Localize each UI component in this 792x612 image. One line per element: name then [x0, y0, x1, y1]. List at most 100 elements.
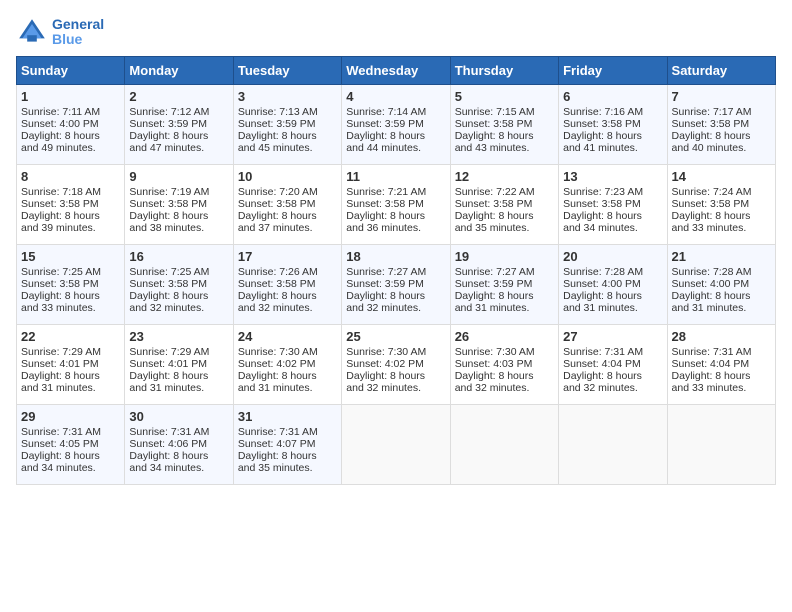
cell-info-line: Daylight: 8 hours	[563, 290, 662, 302]
cell-info-line: Sunrise: 7:31 AM	[238, 426, 337, 438]
day-number: 25	[346, 329, 445, 344]
logo: General Blue	[16, 16, 104, 48]
cell-info-line: Sunrise: 7:30 AM	[238, 346, 337, 358]
cell-info-line: Daylight: 8 hours	[672, 210, 771, 222]
cell-info-line: Daylight: 8 hours	[129, 210, 228, 222]
cell-info-line: and 35 minutes.	[455, 222, 554, 234]
day-of-week-header: Sunday	[17, 57, 125, 85]
cell-info-line: Daylight: 8 hours	[346, 370, 445, 382]
day-number: 12	[455, 169, 554, 184]
cell-info-line: Sunset: 4:04 PM	[563, 358, 662, 370]
cell-info-line: Daylight: 8 hours	[129, 370, 228, 382]
calendar-cell: 15Sunrise: 7:25 AMSunset: 3:58 PMDayligh…	[17, 245, 125, 325]
cell-info-line: and 37 minutes.	[238, 222, 337, 234]
cell-info-line: and 40 minutes.	[672, 142, 771, 154]
cell-info-line: Sunrise: 7:31 AM	[129, 426, 228, 438]
cell-info-line: Daylight: 8 hours	[21, 450, 120, 462]
cell-info-line: Daylight: 8 hours	[346, 290, 445, 302]
cell-info-line: Sunset: 3:58 PM	[672, 198, 771, 210]
calendar-cell: 30Sunrise: 7:31 AMSunset: 4:06 PMDayligh…	[125, 405, 233, 485]
calendar-cell: 3Sunrise: 7:13 AMSunset: 3:59 PMDaylight…	[233, 85, 341, 165]
cell-info-line: and 38 minutes.	[129, 222, 228, 234]
cell-info-line: Daylight: 8 hours	[21, 370, 120, 382]
cell-info-line: Sunset: 4:02 PM	[346, 358, 445, 370]
day-number: 24	[238, 329, 337, 344]
cell-info-line: Sunrise: 7:19 AM	[129, 186, 228, 198]
day-number: 23	[129, 329, 228, 344]
day-number: 1	[21, 89, 120, 104]
cell-info-line: Sunset: 3:58 PM	[238, 198, 337, 210]
cell-info-line: Daylight: 8 hours	[455, 290, 554, 302]
calendar-cell	[667, 405, 775, 485]
day-number: 18	[346, 249, 445, 264]
calendar-cell: 4Sunrise: 7:14 AMSunset: 3:59 PMDaylight…	[342, 85, 450, 165]
calendar-cell: 8Sunrise: 7:18 AMSunset: 3:58 PMDaylight…	[17, 165, 125, 245]
cell-info-line: Daylight: 8 hours	[238, 210, 337, 222]
day-of-week-header: Tuesday	[233, 57, 341, 85]
cell-info-line: Sunset: 3:59 PM	[346, 278, 445, 290]
cell-info-line: Daylight: 8 hours	[238, 290, 337, 302]
calendar-cell: 29Sunrise: 7:31 AMSunset: 4:05 PMDayligh…	[17, 405, 125, 485]
cell-info-line: Daylight: 8 hours	[563, 210, 662, 222]
cell-info-line: Sunset: 4:05 PM	[21, 438, 120, 450]
day-number: 26	[455, 329, 554, 344]
cell-info-line: Daylight: 8 hours	[21, 130, 120, 142]
cell-info-line: Sunset: 4:02 PM	[238, 358, 337, 370]
day-of-week-header: Thursday	[450, 57, 558, 85]
cell-info-line: and 31 minutes.	[238, 382, 337, 394]
cell-info-line: and 32 minutes.	[346, 302, 445, 314]
cell-info-line: Sunrise: 7:23 AM	[563, 186, 662, 198]
cell-info-line: and 32 minutes.	[238, 302, 337, 314]
cell-info-line: Sunrise: 7:31 AM	[21, 426, 120, 438]
cell-info-line: Sunset: 3:58 PM	[238, 278, 337, 290]
cell-info-line: Daylight: 8 hours	[346, 130, 445, 142]
cell-info-line: and 32 minutes.	[563, 382, 662, 394]
cell-info-line: Daylight: 8 hours	[238, 370, 337, 382]
cell-info-line: Sunset: 3:58 PM	[129, 198, 228, 210]
calendar-cell: 16Sunrise: 7:25 AMSunset: 3:58 PMDayligh…	[125, 245, 233, 325]
calendar-cell: 23Sunrise: 7:29 AMSunset: 4:01 PMDayligh…	[125, 325, 233, 405]
calendar-cell: 18 Sunrise: 7:27 AMSunset: 3:59 PMDayligh…	[342, 245, 450, 325]
cell-info-line: Daylight: 8 hours	[672, 370, 771, 382]
calendar-cell: 7Sunrise: 7:17 AMSunset: 3:58 PMDaylight…	[667, 85, 775, 165]
cell-info-line: Sunrise: 7:30 AM	[346, 346, 445, 358]
cell-info-line: Daylight: 8 hours	[129, 450, 228, 462]
cell-info-line: Daylight: 8 hours	[238, 450, 337, 462]
calendar-cell: 6Sunrise: 7:16 AMSunset: 3:58 PMDaylight…	[559, 85, 667, 165]
cell-info-line: and 31 minutes.	[455, 302, 554, 314]
cell-info-line: Daylight: 8 hours	[672, 130, 771, 142]
calendar-cell	[559, 405, 667, 485]
day-number: 13	[563, 169, 662, 184]
logo-text: General Blue	[52, 17, 104, 48]
cell-info-line: Daylight: 8 hours	[455, 370, 554, 382]
cell-info-line: Daylight: 8 hours	[455, 210, 554, 222]
cell-info-line: Sunrise: 7:13 AM	[238, 106, 337, 118]
cell-info-line: Daylight: 8 hours	[21, 210, 120, 222]
day-number: 10	[238, 169, 337, 184]
cell-info-line: Sunrise: 7:22 AM	[455, 186, 554, 198]
cell-info-line: and 45 minutes.	[238, 142, 337, 154]
cell-info-line: Sunrise: 7:27 AM	[346, 266, 445, 278]
cell-info-line: Sunset: 4:01 PM	[129, 358, 228, 370]
cell-info-line: Sunrise: 7:26 AM	[238, 266, 337, 278]
cell-info-line: Sunset: 4:00 PM	[563, 278, 662, 290]
cell-info-line: and 33 minutes.	[672, 382, 771, 394]
cell-info-line: Sunrise: 7:30 AM	[455, 346, 554, 358]
day-number: 27	[563, 329, 662, 344]
calendar-cell: 17Sunrise: 7:26 AMSunset: 3:58 PMDayligh…	[233, 245, 341, 325]
cell-info-line: Sunrise: 7:20 AM	[238, 186, 337, 198]
cell-info-line: Sunset: 4:01 PM	[21, 358, 120, 370]
day-number: 28	[672, 329, 771, 344]
calendar-cell: 31Sunrise: 7:31 AMSunset: 4:07 PMDayligh…	[233, 405, 341, 485]
cell-info-line: and 32 minutes.	[455, 382, 554, 394]
cell-info-line: and 31 minutes.	[21, 382, 120, 394]
day-of-week-header: Saturday	[667, 57, 775, 85]
day-number: 2	[129, 89, 228, 104]
day-number: 7	[672, 89, 771, 104]
page-header: General Blue	[16, 16, 776, 48]
day-number: 11	[346, 169, 445, 184]
cell-info-line: Sunset: 4:00 PM	[21, 118, 120, 130]
cell-info-line: Sunset: 3:58 PM	[672, 118, 771, 130]
day-number: 6	[563, 89, 662, 104]
cell-info-line: Sunrise: 7:27 AM	[455, 266, 554, 278]
